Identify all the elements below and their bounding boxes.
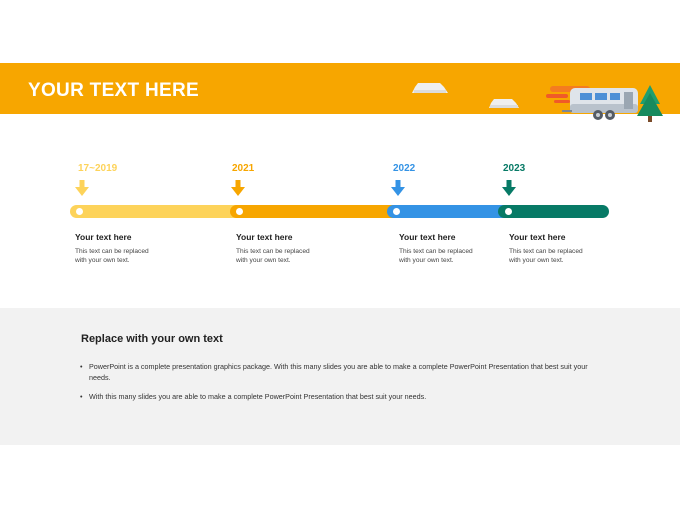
milestone-year: 2022: [393, 163, 416, 174]
timeline-segment: [230, 205, 406, 218]
milestone-caption: Your text here This text can be replaced…: [236, 232, 356, 265]
milestone-title: Your text here: [236, 232, 293, 242]
arrow-down-icon: [231, 180, 245, 196]
cloud-icon: [412, 83, 448, 93]
milestone-body: This text can be replaced with your own …: [236, 248, 310, 264]
camper-trailer-icon: [562, 88, 638, 120]
list-item: With this many slides you are able to ma…: [80, 391, 610, 402]
timeline-marker: [505, 208, 512, 215]
milestone-year: 17~2019: [78, 163, 118, 174]
timeline-marker: [236, 208, 243, 215]
timeline-segment: [70, 205, 250, 218]
timeline-segment: [498, 205, 609, 218]
milestone-year: 2021: [232, 163, 255, 174]
milestone-title: Your text here: [75, 232, 132, 242]
milestone-caption: Your text here This text can be replaced…: [75, 232, 195, 265]
cloud-icon: [489, 99, 519, 108]
milestone-body: This text can be replaced with your own …: [75, 248, 149, 264]
details-heading: Replace with your own text: [81, 333, 223, 345]
milestone-caption: Your text here This text can be replaced…: [399, 232, 519, 265]
milestone-year: 2023: [503, 163, 526, 174]
arrow-down-icon: [75, 180, 89, 196]
arrow-down-icon: [502, 180, 516, 196]
milestone-title: Your text here: [399, 232, 456, 242]
details-bullet-list: PowerPoint is a complete presentation gr…: [80, 361, 610, 410]
list-item: PowerPoint is a complete presentation gr…: [80, 361, 610, 383]
arrow-down-icon: [391, 180, 405, 196]
page-title: YOUR TEXT HERE: [28, 80, 199, 101]
timeline-marker: [393, 208, 400, 215]
milestone-caption: Your text here This text can be replaced…: [509, 232, 629, 265]
milestone-body: This text can be replaced with your own …: [509, 248, 583, 264]
milestone-body: This text can be replaced with your own …: [399, 248, 473, 264]
timeline-marker: [76, 208, 83, 215]
pine-tree-icon: [637, 85, 663, 122]
camper-scene: [546, 85, 663, 122]
milestone-title: Your text here: [509, 232, 566, 242]
